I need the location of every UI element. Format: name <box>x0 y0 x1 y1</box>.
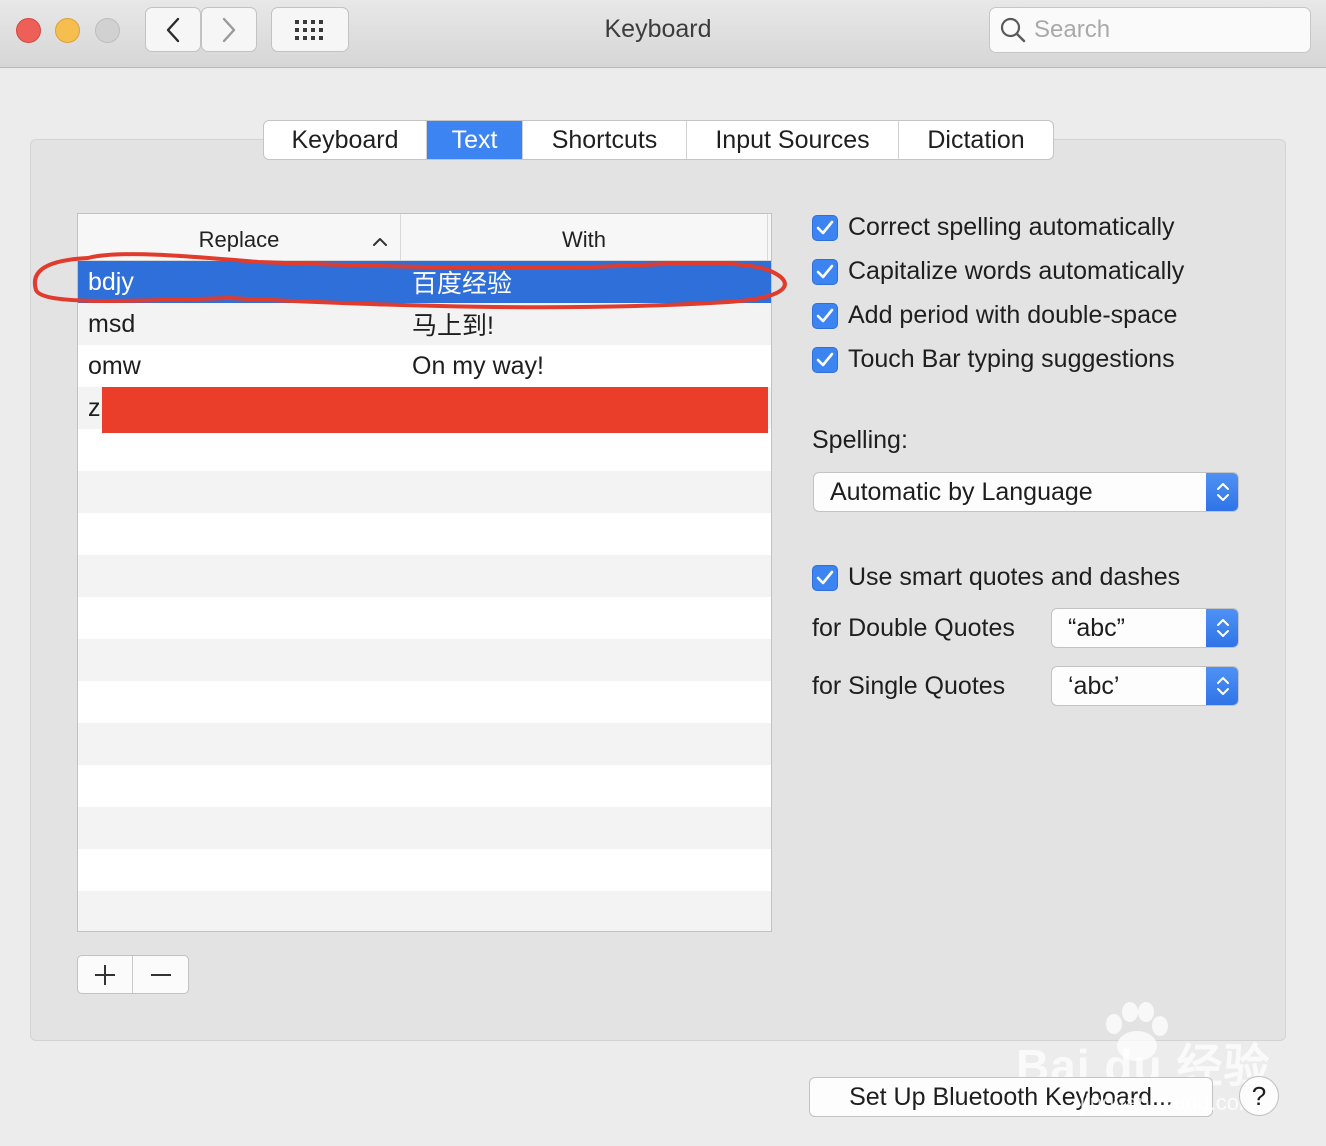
add-period-checkbox[interactable]: Add period with double-space <box>812 301 1177 330</box>
window-title: Keyboard <box>604 15 712 43</box>
tab-keyboard[interactable]: Keyboard <box>264 121 427 159</box>
minus-icon <box>150 973 171 976</box>
tab-shortcuts[interactable]: Shortcuts <box>523 121 687 159</box>
single-quotes-label: for Single Quotes <box>812 672 1006 700</box>
checkbox-box[interactable] <box>812 214 838 241</box>
replace-cell: bdjy <box>88 267 134 296</box>
show-all-button[interactable] <box>271 7 349 52</box>
checkmark-icon <box>816 570 834 584</box>
tab-dictation[interactable]: Dictation <box>899 121 1053 159</box>
table-row[interactable]: omw On my way! <box>78 345 771 387</box>
column-header-replace[interactable]: Replace <box>78 214 401 260</box>
popup-arrows-icon <box>1206 473 1238 511</box>
correct-spelling-checkbox[interactable]: Correct spelling automatically <box>812 213 1175 242</box>
back-button[interactable] <box>145 7 201 52</box>
with-cell: 马上到! <box>412 312 494 340</box>
checkbox-label: Capitalize words automatically <box>848 257 1185 285</box>
checkmark-icon <box>816 264 834 278</box>
column-header-with[interactable]: With <box>401 214 768 260</box>
popup-arrows-icon <box>1206 667 1238 705</box>
forward-button[interactable] <box>201 7 257 52</box>
zoom-window-button[interactable] <box>95 18 120 43</box>
plus-icon <box>95 964 115 985</box>
checkbox-box[interactable] <box>812 346 838 373</box>
tab-bar: Keyboard Text Shortcuts Input Sources Di… <box>263 120 1054 160</box>
checkmark-icon <box>816 220 834 234</box>
text-replacement-table[interactable]: Replace With bdjy 百度经验 msd 马上到! omw On m… <box>77 213 772 932</box>
forward-icon <box>222 17 236 42</box>
search-icon <box>1000 17 1026 43</box>
search-field[interactable] <box>989 7 1311 53</box>
with-cell: 百度经验 <box>412 270 513 298</box>
checkbox-label: Touch Bar typing suggestions <box>848 345 1175 373</box>
column-header-with-label: With <box>562 227 606 252</box>
redaction-block <box>102 387 768 433</box>
spelling-popup-value: Automatic by Language <box>830 477 1093 506</box>
help-button[interactable]: ? <box>1239 1076 1279 1116</box>
grid-icon <box>295 19 323 40</box>
replace-cell: omw <box>88 351 141 380</box>
watermark-url: jingyan.baidu.com <box>1080 1090 1258 1115</box>
title-bar: Keyboard <box>0 0 1326 68</box>
search-input[interactable] <box>1034 16 1294 44</box>
with-cell: On my way! <box>412 351 544 380</box>
checkbox-box[interactable] <box>812 564 838 591</box>
double-quotes-label: for Double Quotes <box>812 614 1015 642</box>
smart-quotes-checkbox[interactable]: Use smart quotes and dashes <box>812 563 1180 592</box>
checkbox-label: Correct spelling automatically <box>848 213 1175 241</box>
tab-text[interactable]: Text <box>427 121 523 159</box>
replace-cell: msd <box>88 309 136 338</box>
table-header: Replace With <box>78 214 771 261</box>
table-row[interactable]: msd 马上到! <box>78 303 771 345</box>
back-icon <box>166 17 180 42</box>
spelling-popup[interactable]: Automatic by Language <box>813 472 1239 512</box>
popup-arrows-icon <box>1206 609 1238 647</box>
spelling-label: Spelling: <box>812 426 908 454</box>
remove-replacement-button[interactable] <box>133 956 188 993</box>
checkbox-label: Add period with double-space <box>848 301 1178 329</box>
tab-input-sources[interactable]: Input Sources <box>687 121 899 159</box>
table-row[interactable]: bdjy 百度经验 <box>78 261 771 303</box>
single-quotes-popup[interactable]: ‘abc’ <box>1051 666 1239 706</box>
double-quotes-value: “abc” <box>1068 613 1125 642</box>
single-quotes-value: ‘abc’ <box>1068 671 1120 700</box>
checkbox-box[interactable] <box>812 302 838 329</box>
column-header-replace-label: Replace <box>198 227 280 252</box>
checkbox-box[interactable] <box>812 258 838 285</box>
minimize-window-button[interactable] <box>55 18 80 43</box>
double-quotes-popup[interactable]: “abc” <box>1051 608 1239 648</box>
checkmark-icon <box>816 308 834 322</box>
empty-rows <box>78 429 771 931</box>
add-replacement-button[interactable] <box>78 956 133 993</box>
add-remove-buttons <box>77 955 189 994</box>
touch-bar-suggestions-checkbox[interactable]: Touch Bar typing suggestions <box>812 345 1175 374</box>
checkmark-icon <box>816 352 834 366</box>
sort-ascending-icon <box>373 238 387 246</box>
checkbox-label: Use smart quotes and dashes <box>848 563 1181 591</box>
capitalize-words-checkbox[interactable]: Capitalize words automatically <box>812 257 1184 286</box>
close-window-button[interactable] <box>16 18 41 43</box>
